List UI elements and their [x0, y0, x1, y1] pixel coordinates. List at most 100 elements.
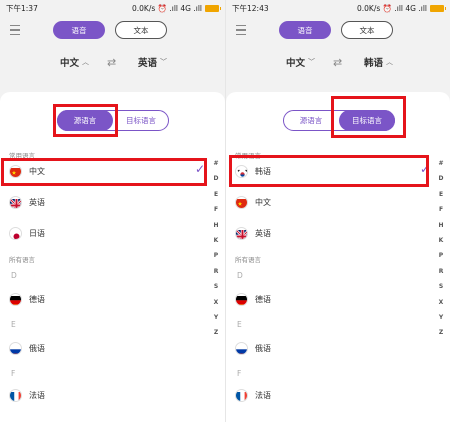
voice-mode-button[interactable]: 语音 — [53, 21, 105, 39]
language-picker-sheet: 源语言 目标语言 常用语言 中文 ✓ 英语 日语 所有语言 D 德语 E 俄语 — [0, 92, 225, 422]
china-flag-icon — [235, 196, 248, 209]
language-tab-toggle: 源语言 目标语言 — [283, 110, 395, 131]
language-name: 德语 — [29, 295, 45, 304]
language-row[interactable]: 英语 — [226, 221, 434, 247]
text-mode-button[interactable]: 文本 — [115, 21, 167, 39]
language-row[interactable]: 法语 — [226, 383, 434, 409]
index-letter[interactable]: D — [212, 171, 220, 186]
target-language-selector[interactable]: 英语 ﹀ — [138, 55, 167, 69]
letter-header: D — [11, 271, 17, 280]
letter-header: F — [237, 369, 242, 378]
index-letter[interactable]: Z — [212, 325, 220, 340]
index-letter[interactable]: P — [437, 248, 445, 263]
screen-source-language: 下午1:37 0.0K/s ⏰ .ıll 4G .ıll 语音 文本 中文 ︿ ⇄… — [0, 0, 225, 422]
language-name: 英语 — [29, 198, 45, 207]
france-flag-icon — [235, 389, 248, 402]
alphabet-index[interactable]: # D E F H K P R S X Y Z — [437, 156, 445, 341]
status-indicators: 0.0K/s ⏰ .ıll 4G .ıll — [356, 3, 427, 13]
index-letter[interactable]: K — [212, 233, 220, 248]
japan-flag-icon — [9, 227, 22, 240]
tab-source-language[interactable]: 源语言 — [283, 110, 339, 131]
index-letter[interactable]: Z — [437, 325, 445, 340]
language-row[interactable]: 法语 — [0, 383, 209, 409]
korea-flag-icon — [235, 165, 248, 178]
source-language-selector[interactable]: 中文 ︿ — [60, 55, 89, 69]
uk-flag-icon — [9, 196, 22, 209]
language-row[interactable]: 中文 — [226, 190, 434, 216]
voice-mode-button[interactable]: 语音 — [279, 21, 331, 39]
text-mode-button[interactable]: 文本 — [341, 21, 393, 39]
index-letter[interactable]: # — [437, 156, 445, 171]
language-row[interactable]: 德语 — [0, 287, 209, 313]
language-bar: 中文 ︿ ⇄ 英语 ﹀ — [0, 55, 225, 71]
index-letter[interactable]: R — [437, 264, 445, 279]
status-bar: 下午12:43 0.0K/s ⏰ .ıll 4G .ıll — [226, 0, 450, 16]
index-letter[interactable]: R — [212, 264, 220, 279]
tab-source-language[interactable]: 源语言 — [57, 110, 113, 131]
language-name: 中文 — [255, 198, 271, 207]
language-row[interactable]: 韩语 ✓ — [226, 159, 434, 185]
language-name: 日语 — [29, 229, 45, 238]
status-time: 下午12:43 — [232, 3, 269, 13]
index-letter[interactable]: X — [212, 295, 220, 310]
language-name: 法语 — [255, 391, 271, 400]
tab-target-language[interactable]: 目标语言 — [113, 110, 169, 131]
checkmark-icon: ✓ — [419, 162, 430, 176]
language-bar: 中文 ﹀ ⇄ 韩语 ︿ — [226, 55, 450, 71]
index-letter[interactable]: X — [437, 295, 445, 310]
battery-icon — [430, 4, 446, 12]
status-time: 下午1:37 — [6, 3, 38, 13]
swap-icon[interactable]: ⇄ — [333, 56, 342, 69]
menu-icon[interactable] — [10, 25, 20, 35]
language-row[interactable]: 俄语 — [0, 336, 209, 362]
alphabet-index[interactable]: # D E F H K P R S X Y Z — [212, 156, 220, 341]
checkmark-icon: ✓ — [194, 162, 205, 176]
index-letter[interactable]: K — [437, 233, 445, 248]
letter-header: F — [11, 369, 16, 378]
germany-flag-icon — [9, 293, 22, 306]
index-letter[interactable]: Y — [437, 310, 445, 325]
battery-icon — [205, 4, 221, 12]
germany-flag-icon — [235, 293, 248, 306]
toolbar: 语音 文本 — [0, 20, 225, 42]
index-letter[interactable]: # — [212, 156, 220, 171]
index-letter[interactable]: H — [212, 218, 220, 233]
status-indicators: 0.0K/s ⏰ .ıll 4G .ıll — [131, 3, 202, 13]
language-row[interactable]: 英语 — [0, 190, 209, 216]
index-letter[interactable]: F — [212, 202, 220, 217]
index-letter[interactable]: S — [437, 279, 445, 294]
index-letter[interactable]: E — [212, 187, 220, 202]
index-letter[interactable]: F — [437, 202, 445, 217]
language-tab-toggle: 源语言 目标语言 — [57, 110, 169, 131]
letter-header: D — [237, 271, 243, 280]
index-letter[interactable]: P — [212, 248, 220, 263]
language-row[interactable]: 俄语 — [226, 336, 434, 362]
language-name: 德语 — [255, 295, 271, 304]
tab-target-language[interactable]: 目标语言 — [339, 110, 395, 131]
letter-header: E — [237, 320, 242, 329]
menu-icon[interactable] — [236, 25, 246, 35]
language-row[interactable]: 中文 ✓ — [0, 159, 209, 185]
russia-flag-icon — [9, 342, 22, 355]
language-row[interactable]: 日语 — [0, 221, 209, 247]
russia-flag-icon — [235, 342, 248, 355]
language-name: 俄语 — [29, 344, 45, 353]
index-letter[interactable]: E — [437, 187, 445, 202]
language-row[interactable]: 德语 — [226, 287, 434, 313]
index-letter[interactable]: H — [437, 218, 445, 233]
index-letter[interactable]: S — [212, 279, 220, 294]
swap-icon[interactable]: ⇄ — [107, 56, 116, 69]
chevron-down-icon: ﹀ — [160, 58, 168, 66]
toolbar: 语音 文本 — [226, 20, 450, 42]
index-letter[interactable]: Y — [212, 310, 220, 325]
status-bar: 下午1:37 0.0K/s ⏰ .ıll 4G .ıll — [0, 0, 225, 16]
language-name: 俄语 — [255, 344, 271, 353]
index-letter[interactable]: D — [437, 171, 445, 186]
all-languages-header: 所有语言 — [235, 256, 261, 264]
source-language-selector[interactable]: 中文 ﹀ — [286, 55, 315, 69]
uk-flag-icon — [235, 227, 248, 240]
chevron-up-icon: ︿ — [386, 58, 394, 66]
china-flag-icon — [9, 165, 22, 178]
target-language-selector[interactable]: 韩语 ︿ — [364, 55, 393, 69]
language-picker-sheet: 源语言 目标语言 常用语言 韩语 ✓ 中文 英语 所有语言 D 德语 E 俄语 — [226, 92, 450, 422]
